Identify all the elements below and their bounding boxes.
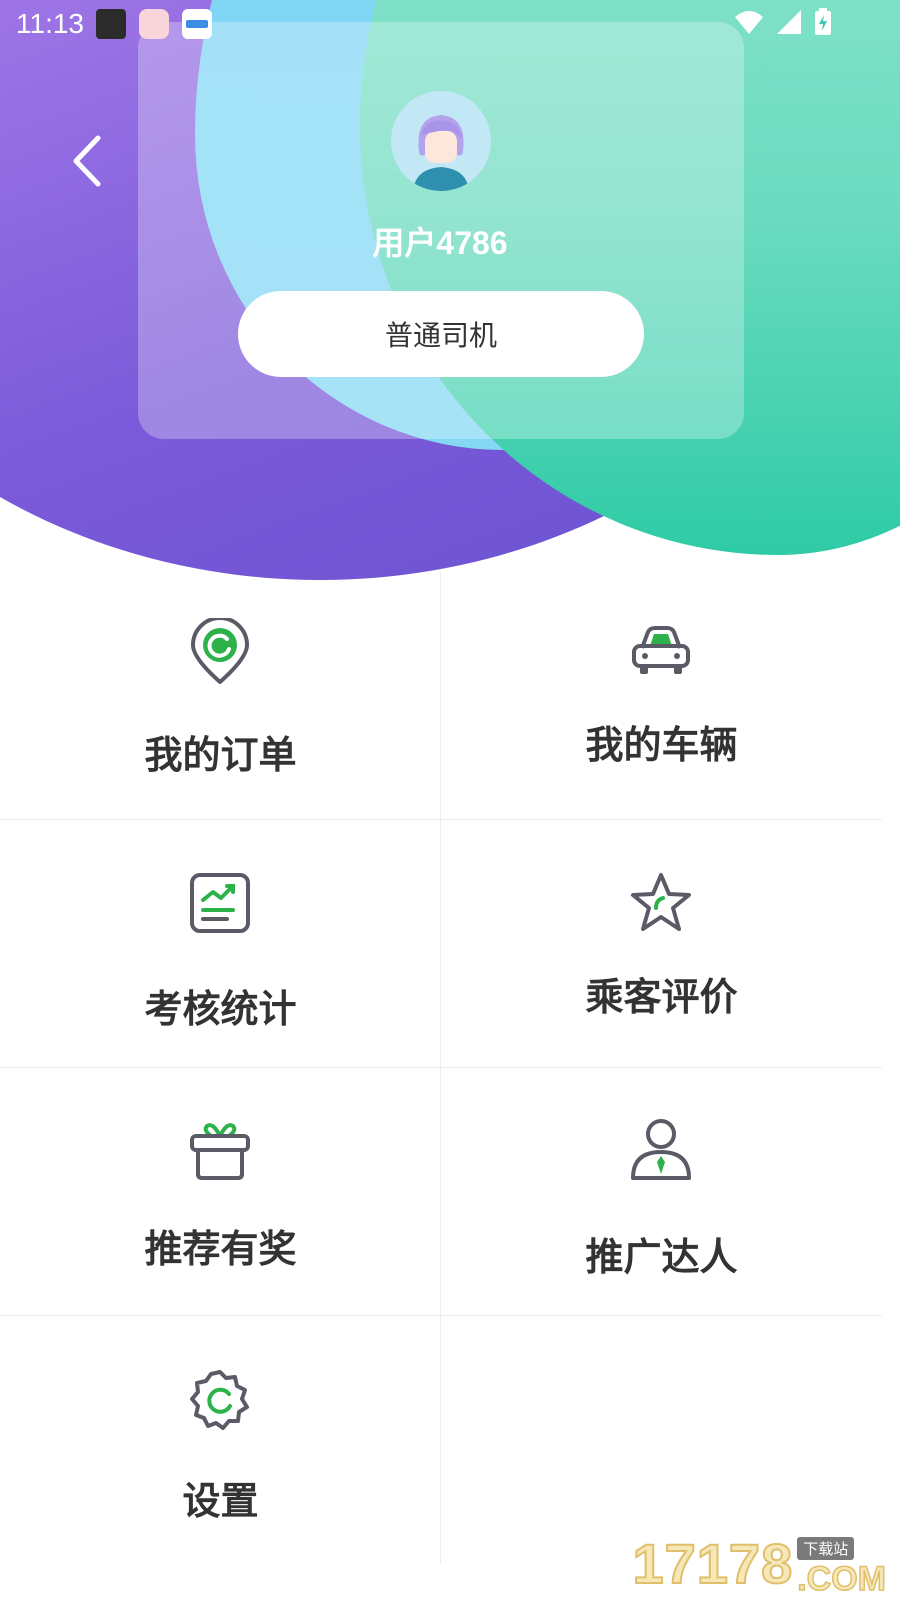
menu-item-promotion-expert[interactable]: 推广达人 — [441, 1068, 882, 1316]
watermark-domain: .COM — [796, 1560, 886, 1598]
watermark-number: 17178 — [631, 1531, 794, 1596]
status-time: 11:13 — [16, 8, 84, 39]
menu-item-label: 推广达人 — [585, 1235, 738, 1279]
settings-gear-icon — [190, 1370, 249, 1430]
status-indicators — [734, 8, 832, 36]
role-badge-button[interactable]: 普通司机 — [238, 291, 644, 377]
menu-item-assessment-stats[interactable]: 考核统计 — [0, 820, 441, 1068]
signal-icon — [777, 10, 801, 34]
menu-item-label: 设置 — [182, 1479, 259, 1523]
travel-app-icon — [182, 9, 212, 39]
menu-item-label: 推荐有奖 — [144, 1227, 297, 1271]
stats-chart-icon — [190, 873, 250, 933]
avatar-illustration — [391, 91, 491, 191]
menu-item-my-orders[interactable]: 我的订单 — [0, 572, 441, 820]
menu-item-referral-rewards[interactable]: 推荐有奖 — [0, 1068, 441, 1316]
food-app-icon — [139, 9, 169, 39]
menu-item-settings[interactable]: 设置 — [0, 1316, 441, 1564]
username: 用户4786 — [372, 225, 508, 261]
menu-item-label: 我的车辆 — [585, 723, 738, 767]
order-location-icon — [191, 618, 249, 684]
star-icon — [631, 873, 691, 931]
gift-icon — [190, 1123, 250, 1180]
chevron-left-icon — [73, 135, 101, 187]
avatar[interactable] — [391, 91, 491, 191]
car-icon — [632, 626, 690, 674]
status-bar: 11:13 — [0, 0, 900, 48]
menu-item-passenger-reviews[interactable]: 乘客评价 — [441, 820, 882, 1068]
menu-item-label: 我的订单 — [144, 733, 297, 777]
wifi-icon — [735, 11, 763, 34]
menu-item-label: 乘客评价 — [585, 975, 738, 1019]
menu-item-label: 考核统计 — [144, 987, 297, 1031]
battery-charging-icon — [815, 8, 831, 35]
person-tie-icon — [631, 1119, 691, 1180]
back-button[interactable] — [60, 128, 116, 194]
menu-empty-cell — [441, 1316, 882, 1564]
site-watermark: 17178 下载站 .COM — [631, 1531, 887, 1598]
watermark-tag: 下载站 — [797, 1537, 855, 1560]
menu-item-my-vehicle[interactable]: 我的车辆 — [441, 572, 882, 820]
watermark-side: 下载站 .COM — [796, 1537, 887, 1598]
clock-app-icon — [96, 9, 126, 39]
